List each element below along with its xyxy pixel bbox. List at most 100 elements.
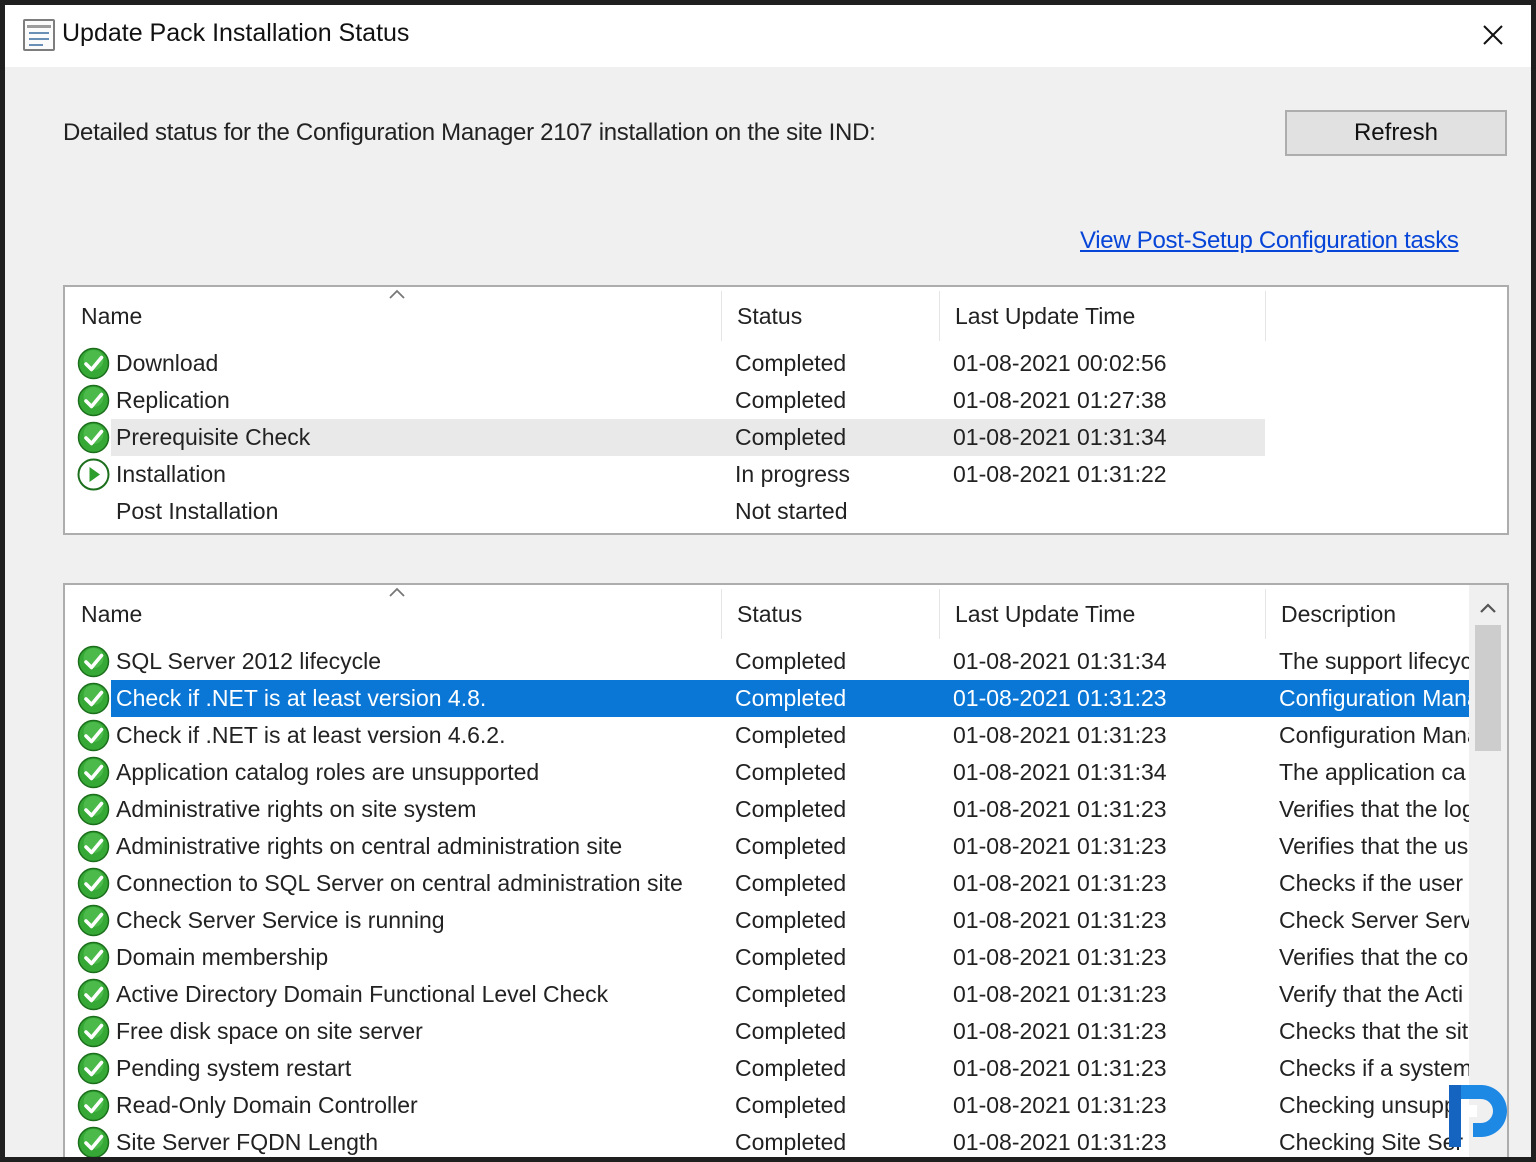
cell-last-update: 01-08-2021 01:31:34: [953, 759, 1167, 785]
cell-description: Checks if a system: [1279, 1055, 1469, 1081]
list-item[interactable]: Installation In progress 01-08-2021 01:31:…: [65, 456, 1469, 493]
list-item[interactable]: Check if .NET is at least version 4.6.2.…: [65, 717, 1469, 754]
column-header-status[interactable]: Status: [721, 585, 939, 643]
check-icon: [77, 421, 110, 454]
check-icon: [77, 793, 110, 826]
column-header-last-update[interactable]: Last Update Time: [939, 287, 1265, 345]
column-header-name[interactable]: Name: [65, 585, 721, 643]
cell-description: Checking unsupp: [1279, 1092, 1457, 1118]
check-icon: [77, 719, 110, 752]
cell-description: Checks that the sit: [1279, 1018, 1469, 1044]
check-icon: [77, 645, 110, 678]
cell-name: Replication: [116, 387, 230, 413]
cell-name: Check if .NET is at least version 4.6.2.: [116, 722, 506, 748]
cell-name: Administrative rights on central adminis…: [116, 833, 623, 859]
prerequisite-checks-list[interactable]: Name Status Last Update Time Description…: [63, 583, 1509, 1157]
check-icon: [77, 1126, 110, 1157]
cell-name: Check if .NET is at least version 4.8.: [116, 685, 487, 711]
cell-status: Completed: [735, 1092, 847, 1118]
cell-status: Completed: [735, 1055, 847, 1081]
list-item[interactable]: Post Installation Not started: [65, 493, 1469, 530]
list-item[interactable]: Site Server FQDN Length Completed 01-08-20…: [65, 1124, 1469, 1157]
check-icon: [77, 830, 110, 863]
cell-status: Completed: [735, 759, 847, 785]
check-icon: [77, 1052, 110, 1085]
cell-name: Download: [116, 350, 219, 376]
list-item[interactable]: Prerequisite Check Completed 01-08-2021 01…: [65, 419, 1469, 456]
phases-list[interactable]: Name Status Last Update Time Download Com…: [63, 285, 1509, 535]
list-item[interactable]: Check Server Service is running Completed…: [65, 902, 1469, 939]
cell-last-update: 01-08-2021 01:31:23: [953, 981, 1167, 1007]
cell-last-update: 01-08-2021 01:31:23: [953, 944, 1167, 970]
column-header-status[interactable]: Status: [721, 287, 939, 345]
update-pack-status-window: Update Pack Installation Status Detailed…: [0, 0, 1536, 1162]
list-item[interactable]: Application catalog roles are unsupporte…: [65, 754, 1469, 791]
cell-last-update: 01-08-2021 01:31:23: [953, 833, 1167, 859]
cell-name: Administrative rights on site system: [116, 796, 477, 822]
column-header-name[interactable]: Name: [65, 287, 721, 345]
check-icon: [77, 904, 110, 937]
cell-description: Checking Site Ser: [1279, 1129, 1464, 1155]
list-item[interactable]: Download Completed 01-08-2021 00:02:56: [65, 345, 1469, 382]
cell-status: Completed: [735, 648, 847, 674]
list-item[interactable]: SQL Server 2012 lifecycle Completed 01-08-…: [65, 643, 1469, 680]
cell-last-update: 01-08-2021 01:31:23: [953, 722, 1167, 748]
list-item[interactable]: Active Directory Domain Functional Level…: [65, 976, 1469, 1013]
cell-name: Check Server Service is running: [116, 907, 445, 933]
list-item[interactable]: Domain membership Completed 01-08-2021 01:…: [65, 939, 1469, 976]
cell-status: Completed: [735, 1018, 847, 1044]
list-item[interactable]: Administrative rights on site system Comp…: [65, 791, 1469, 828]
cell-name: Connection to SQL Server on central admi…: [116, 870, 683, 896]
cell-name: Installation: [116, 461, 226, 487]
cell-status: Completed: [735, 944, 847, 970]
check-icon: [77, 978, 110, 1011]
list-item[interactable]: Read-Only Domain Controller Completed 01-0…: [65, 1087, 1469, 1124]
cell-description: Verifies that the us: [1279, 833, 1469, 859]
cell-status: Completed: [735, 907, 847, 933]
check-icon: [77, 941, 110, 974]
refresh-button[interactable]: Refresh: [1285, 110, 1507, 156]
list-item[interactable]: Pending system restart Completed 01-08-202…: [65, 1050, 1469, 1087]
list-item[interactable]: Free disk space on site server Completed 0…: [65, 1013, 1469, 1050]
check-icon: [77, 1089, 110, 1122]
scrollbar-thumb[interactable]: [1475, 625, 1501, 751]
vertical-scrollbar[interactable]: [1469, 585, 1507, 1157]
cell-last-update: 01-08-2021 01:31:34: [953, 648, 1167, 674]
check-icon: [77, 867, 110, 900]
list-item[interactable]: Connection to SQL Server on central admi…: [65, 865, 1469, 902]
cell-last-update: 01-08-2021 01:31:22: [953, 461, 1167, 487]
cell-name: Domain membership: [116, 944, 329, 970]
cell-status: Completed: [735, 1129, 847, 1155]
watermark-logo-icon: [1449, 1085, 1507, 1147]
list-item[interactable]: Replication Completed 01-08-2021 01:27:38: [65, 382, 1469, 419]
cell-last-update: 01-08-2021 01:27:38: [953, 387, 1167, 413]
cell-last-update: 01-08-2021 01:31:34: [953, 424, 1167, 450]
cell-last-update: 01-08-2021 01:31:23: [953, 1129, 1167, 1155]
check-icon: [77, 1015, 110, 1048]
post-setup-tasks-link[interactable]: View Post-Setup Configuration tasks: [1080, 227, 1459, 255]
window-title: Update Pack Installation Status: [62, 19, 410, 47]
scroll-up-button[interactable]: [1469, 593, 1507, 623]
cell-name: Post Installation: [116, 498, 279, 524]
column-header-last-update[interactable]: Last Update Time: [939, 585, 1265, 643]
cell-name: Pending system restart: [116, 1055, 352, 1081]
close-button[interactable]: [1473, 15, 1513, 55]
cell-description: Verifies that the log: [1279, 796, 1469, 822]
list-item[interactable]: Administrative rights on central adminis…: [65, 828, 1469, 865]
chevron-up-icon: [1480, 603, 1496, 613]
window-app-icon: [23, 19, 55, 51]
cell-last-update: 01-08-2021 01:31:23: [953, 1092, 1167, 1118]
cell-last-update: 01-08-2021 01:31:23: [953, 685, 1167, 711]
cell-name: SQL Server 2012 lifecycle: [116, 648, 382, 674]
sort-ascending-icon: [389, 587, 405, 597]
close-icon: [1483, 25, 1503, 45]
list-item[interactable]: Check if .NET is at least version 4.8. Co…: [65, 680, 1471, 717]
check-icon: [77, 756, 110, 789]
cell-name: Free disk space on site server: [116, 1018, 423, 1044]
cell-status: Completed: [735, 981, 847, 1007]
column-header-description[interactable]: Description: [1265, 585, 1469, 643]
check-icon: [77, 682, 110, 715]
cell-status: Completed: [735, 722, 847, 748]
cell-status: Completed: [735, 870, 847, 896]
cell-name: Active Directory Domain Functional Level…: [116, 981, 609, 1007]
